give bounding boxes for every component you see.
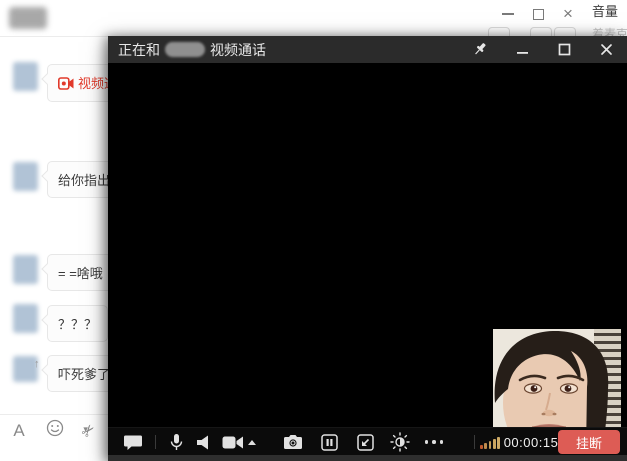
pin-icon: [472, 41, 489, 58]
maximize-icon: [533, 9, 544, 20]
smiley-icon: [46, 419, 64, 437]
bg-maximize-button[interactable]: [530, 6, 546, 22]
speaker-icon: [196, 434, 211, 451]
arrow-into-box-icon: [357, 434, 374, 451]
separator: [474, 435, 475, 449]
network-signal-indicator: [479, 428, 501, 456]
screen: × 音量 着麦克 视频通话 给你指出 = =啥哦 ？？？ ↑ 吓死爹了 A: [0, 0, 627, 461]
volume-label: 音量: [592, 1, 618, 20]
message-text: = =啥哦: [58, 266, 103, 281]
bg-close-button[interactable]: ×: [560, 6, 576, 22]
separator: [155, 435, 156, 449]
avatar[interactable]: [13, 62, 38, 91]
bubble-tail: [41, 314, 52, 325]
emoji-button[interactable]: [46, 419, 64, 442]
peer-name-blurred: [165, 42, 205, 57]
bubble-tail: [41, 263, 52, 274]
speaker-button[interactable]: [193, 428, 213, 456]
pause-panel-icon: [321, 434, 338, 451]
font-style-button[interactable]: A: [10, 421, 28, 441]
video-camera-icon: [222, 435, 244, 450]
scissors-icon: ✂: [77, 419, 101, 442]
video-call-window: 正在和 视频通话: [108, 36, 627, 461]
photo-camera-icon: [283, 434, 303, 450]
avatar[interactable]: [13, 304, 38, 333]
remote-video-area: [108, 63, 627, 427]
title-suffix: 视频通话: [210, 40, 266, 60]
microphone-button[interactable]: [166, 428, 186, 456]
microphone-icon: [169, 433, 184, 452]
avatar[interactable]: [13, 162, 38, 191]
bubble-tail: [41, 364, 52, 375]
message-text: ？？？: [58, 317, 97, 332]
brightness-icon: [390, 432, 410, 452]
video-call-icon: [58, 77, 74, 93]
caret-up-icon[interactable]: [248, 440, 256, 445]
share-screen-button[interactable]: [353, 428, 377, 456]
signal-bars-icon: [480, 436, 500, 449]
window-bottom-border: [108, 455, 627, 461]
close-icon: ×: [563, 7, 573, 21]
call-titlebar[interactable]: 正在和 视频通话: [108, 36, 627, 63]
layout-toggle-button[interactable]: [317, 428, 341, 456]
screenshot-button[interactable]: ✂▾: [82, 421, 95, 441]
message-text: 吓死爹了: [58, 367, 110, 382]
screenshot-capture-button[interactable]: [281, 428, 305, 456]
camera-toggle-button[interactable]: [220, 428, 258, 456]
close-icon: [600, 43, 613, 56]
maximize-icon: [558, 43, 571, 56]
chat-button[interactable]: [120, 428, 146, 456]
bg-minimize-button[interactable]: [500, 6, 516, 22]
title-prefix: 正在和: [118, 40, 160, 60]
minimize-icon: [516, 43, 529, 56]
avatar[interactable]: [13, 255, 38, 284]
call-minimize-button[interactable]: [501, 36, 543, 63]
bubble-tail: [41, 170, 52, 181]
bubble-tail: [41, 73, 52, 84]
hangup-button[interactable]: 挂断: [558, 430, 620, 454]
brightness-button[interactable]: [387, 428, 413, 456]
message-text: 给你指出: [58, 173, 110, 188]
ellipsis-icon: [425, 440, 444, 444]
call-maximize-button[interactable]: [543, 36, 585, 63]
call-toolbar: 00:00:15 挂断: [108, 427, 627, 455]
call-close-button[interactable]: [585, 36, 627, 63]
contact-name-blurred: [9, 7, 47, 29]
pin-button[interactable]: [459, 36, 501, 63]
message-bubble[interactable]: ？？？: [47, 305, 108, 342]
call-title: 正在和 视频通话: [108, 40, 266, 60]
more-options-button[interactable]: [421, 428, 447, 456]
sent-arrow-icon: ↑: [34, 358, 40, 370]
message-bubble[interactable]: = =啥哦: [47, 254, 114, 291]
chat-bubble-icon: [124, 434, 143, 451]
call-timer: 00:00:15: [504, 428, 558, 456]
minimize-icon: [502, 13, 514, 15]
